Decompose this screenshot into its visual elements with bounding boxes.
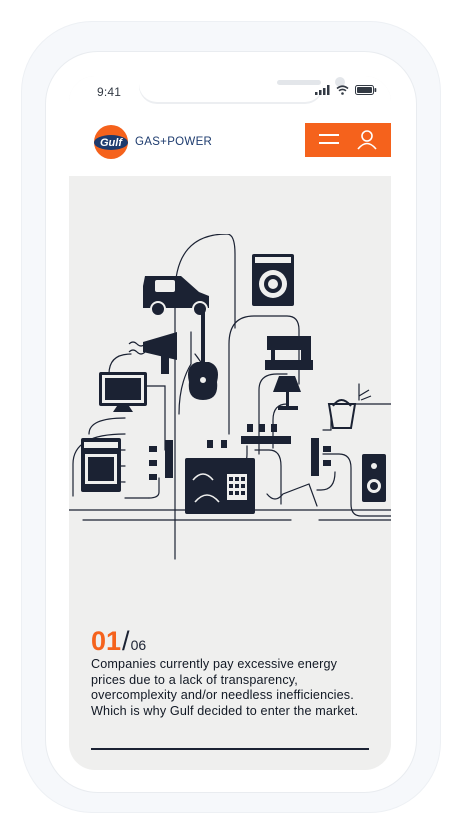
energy-meter-icon	[185, 458, 255, 514]
slide-current: 01	[91, 626, 122, 656]
status-icons	[315, 85, 377, 95]
top-power-strip	[241, 436, 291, 444]
hamburger-icon[interactable]	[318, 132, 341, 148]
energy-appliances-illustration	[69, 234, 391, 560]
battery-icon	[355, 85, 377, 95]
sewing-machine-icon	[265, 336, 313, 370]
guitar-icon	[188, 310, 218, 400]
lamp-icon	[273, 376, 301, 410]
slide-separator: /	[122, 626, 130, 656]
app-header: 9:41 Gulf GAS+POWER	[69, 76, 391, 176]
slide-progress-rule	[91, 748, 369, 750]
gulf-logo-icon: Gulf	[94, 125, 128, 159]
left-power-strip	[165, 440, 173, 478]
wifi-icon	[336, 85, 349, 95]
speaker-icon	[362, 454, 386, 502]
slide-total: 06	[130, 637, 147, 653]
kettle-icon	[327, 389, 372, 429]
right-power-strip	[311, 438, 319, 476]
car-icon	[143, 276, 209, 317]
svg-text:Gulf: Gulf	[100, 137, 123, 149]
brand-name: GAS+POWER	[135, 136, 213, 148]
hair-dryer-icon	[128, 332, 177, 374]
status-time: 9:41	[97, 85, 122, 99]
signal-icon	[315, 85, 330, 95]
washing-machine-icon	[252, 254, 294, 306]
television-icon	[99, 372, 147, 412]
user-icon[interactable]	[356, 130, 378, 150]
oven-icon	[81, 438, 121, 492]
device-notch	[139, 76, 345, 102]
header-actions	[305, 123, 391, 157]
app-screen: 9:41 Gulf GAS+POWER 01 / 06 Companies cu…	[69, 76, 391, 770]
brand-logo[interactable]: Gulf GAS+POWER	[91, 124, 212, 160]
slide-description: Companies currently pay excessive energy…	[91, 657, 359, 718]
slide-counter: 01 / 06	[91, 626, 146, 657]
